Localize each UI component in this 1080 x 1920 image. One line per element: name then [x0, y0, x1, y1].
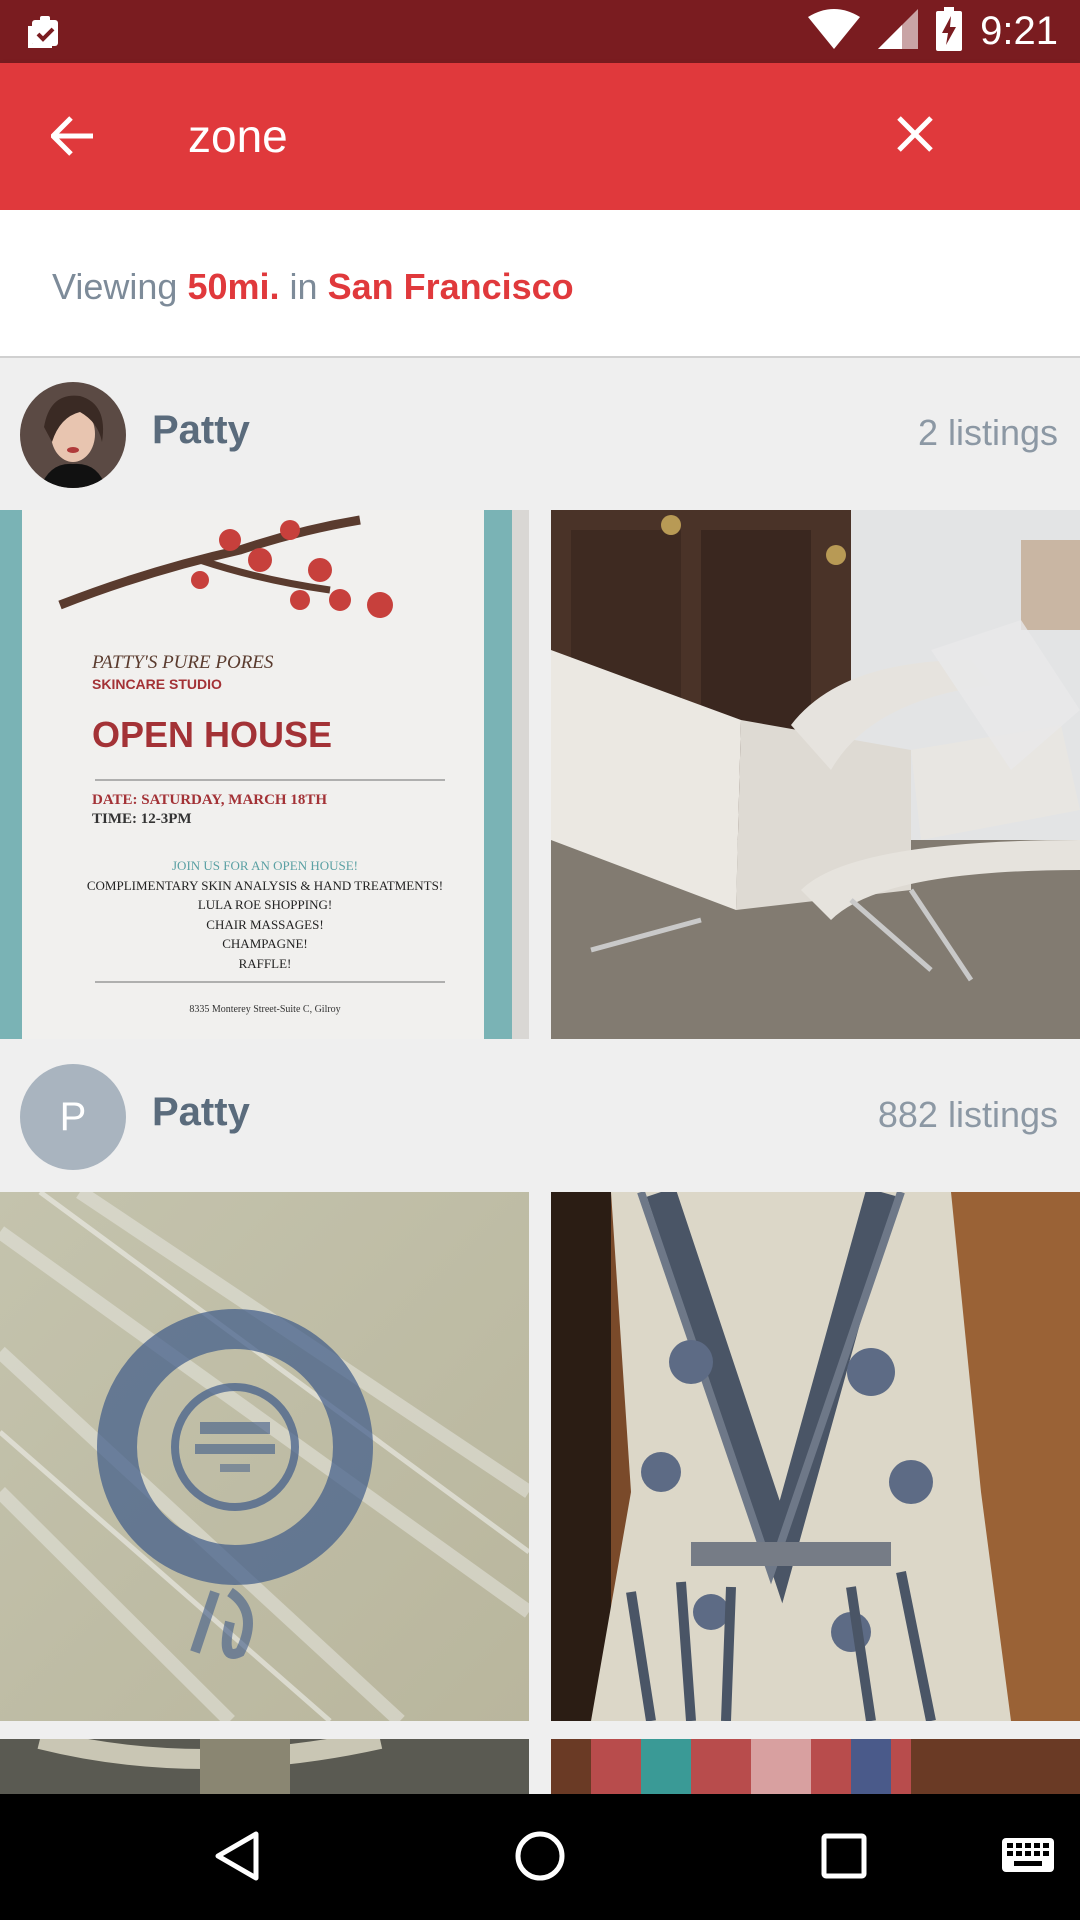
close-icon: [895, 114, 935, 159]
poster-line: Champagne!: [222, 936, 308, 951]
status-bar: 9:21: [0, 0, 1080, 63]
poster-headline: OPEN HOUSE: [92, 714, 333, 755]
keyboard-icon: [1000, 1836, 1056, 1881]
listing-tile[interactable]: [551, 510, 1080, 1039]
nav-home-icon: [514, 1830, 566, 1887]
listing-count: 882 listings: [877, 1094, 1058, 1135]
location-filter-bar[interactable]: Viewing 50mi. in San Francisco: [0, 210, 1080, 358]
poster-line: Complimentary Skin analysis & Hand treat…: [86, 877, 444, 893]
listing-tile[interactable]: [551, 1192, 1080, 1721]
seller-row[interactable]: P Patty 882 listings: [0, 1040, 1080, 1192]
poster-line: Join us for an open house!: [172, 858, 358, 873]
signal-icon: [878, 8, 919, 54]
search-app-bar: [0, 63, 1080, 210]
nav-recents-button[interactable]: [808, 1822, 880, 1894]
poster-script-title: Patty's Pure Pores: [92, 652, 274, 673]
nav-home-button[interactable]: [504, 1822, 576, 1894]
status-time: 9:21: [980, 9, 1058, 53]
avatar: [20, 382, 126, 488]
poster-line: Lula Roe shopping!: [197, 897, 333, 912]
poster-line: Chair massages!: [206, 916, 324, 932]
nav-recents-icon: [820, 1832, 868, 1885]
plate-image: [0, 1192, 529, 1721]
listing-tile[interactable]: [551, 1739, 1080, 1794]
listing-count: 2 listings: [917, 412, 1058, 453]
listing-image: [0, 1739, 529, 1794]
arrow-back-icon: [49, 115, 95, 161]
nav-back-button[interactable]: [200, 1822, 272, 1894]
spa-chair-image: [551, 510, 1080, 1039]
listing-tile[interactable]: [0, 1739, 529, 1794]
listing-tile[interactable]: [0, 1192, 529, 1721]
battery-charging-icon: [936, 6, 963, 56]
poster-address: 8335 Monterey Street-Suite C, Gilroy: [189, 1004, 341, 1015]
listing-image: [551, 1739, 1080, 1794]
poster-date: Date: Saturday, March 18th: [92, 792, 328, 808]
seller-name[interactable]: Patty: [152, 408, 250, 453]
location-prefix: Viewing: [52, 266, 178, 307]
distance-link[interactable]: 50mi.: [187, 266, 279, 307]
wifi-icon: [808, 8, 861, 54]
keyboard-button[interactable]: [992, 1822, 1064, 1894]
poster-time: Time: 12-3pm: [92, 811, 192, 827]
poster-line: Raffle!: [238, 955, 292, 971]
seller-row[interactable]: Patty 2 listings: [0, 358, 1080, 510]
listing-tile[interactable]: Patty's Pure Pores SKINCARE STUDIO OPEN …: [0, 510, 529, 1039]
location-filter-text: Viewing 50mi. in San Francisco: [52, 266, 574, 308]
avatar: P: [20, 1064, 126, 1170]
clipboard-check-icon: [26, 12, 66, 52]
clear-search-button[interactable]: [880, 101, 950, 171]
poster-studio: SKINCARE STUDIO: [92, 676, 222, 692]
nav-back-icon: [212, 1830, 260, 1887]
city-link[interactable]: San Francisco: [328, 266, 574, 307]
seller-name[interactable]: Patty: [152, 1090, 250, 1135]
search-input[interactable]: [188, 101, 828, 171]
romper-image: [551, 1192, 1080, 1721]
system-nav-bar: [0, 1794, 1080, 1920]
location-middle: in: [289, 266, 318, 307]
back-button[interactable]: [38, 103, 108, 173]
